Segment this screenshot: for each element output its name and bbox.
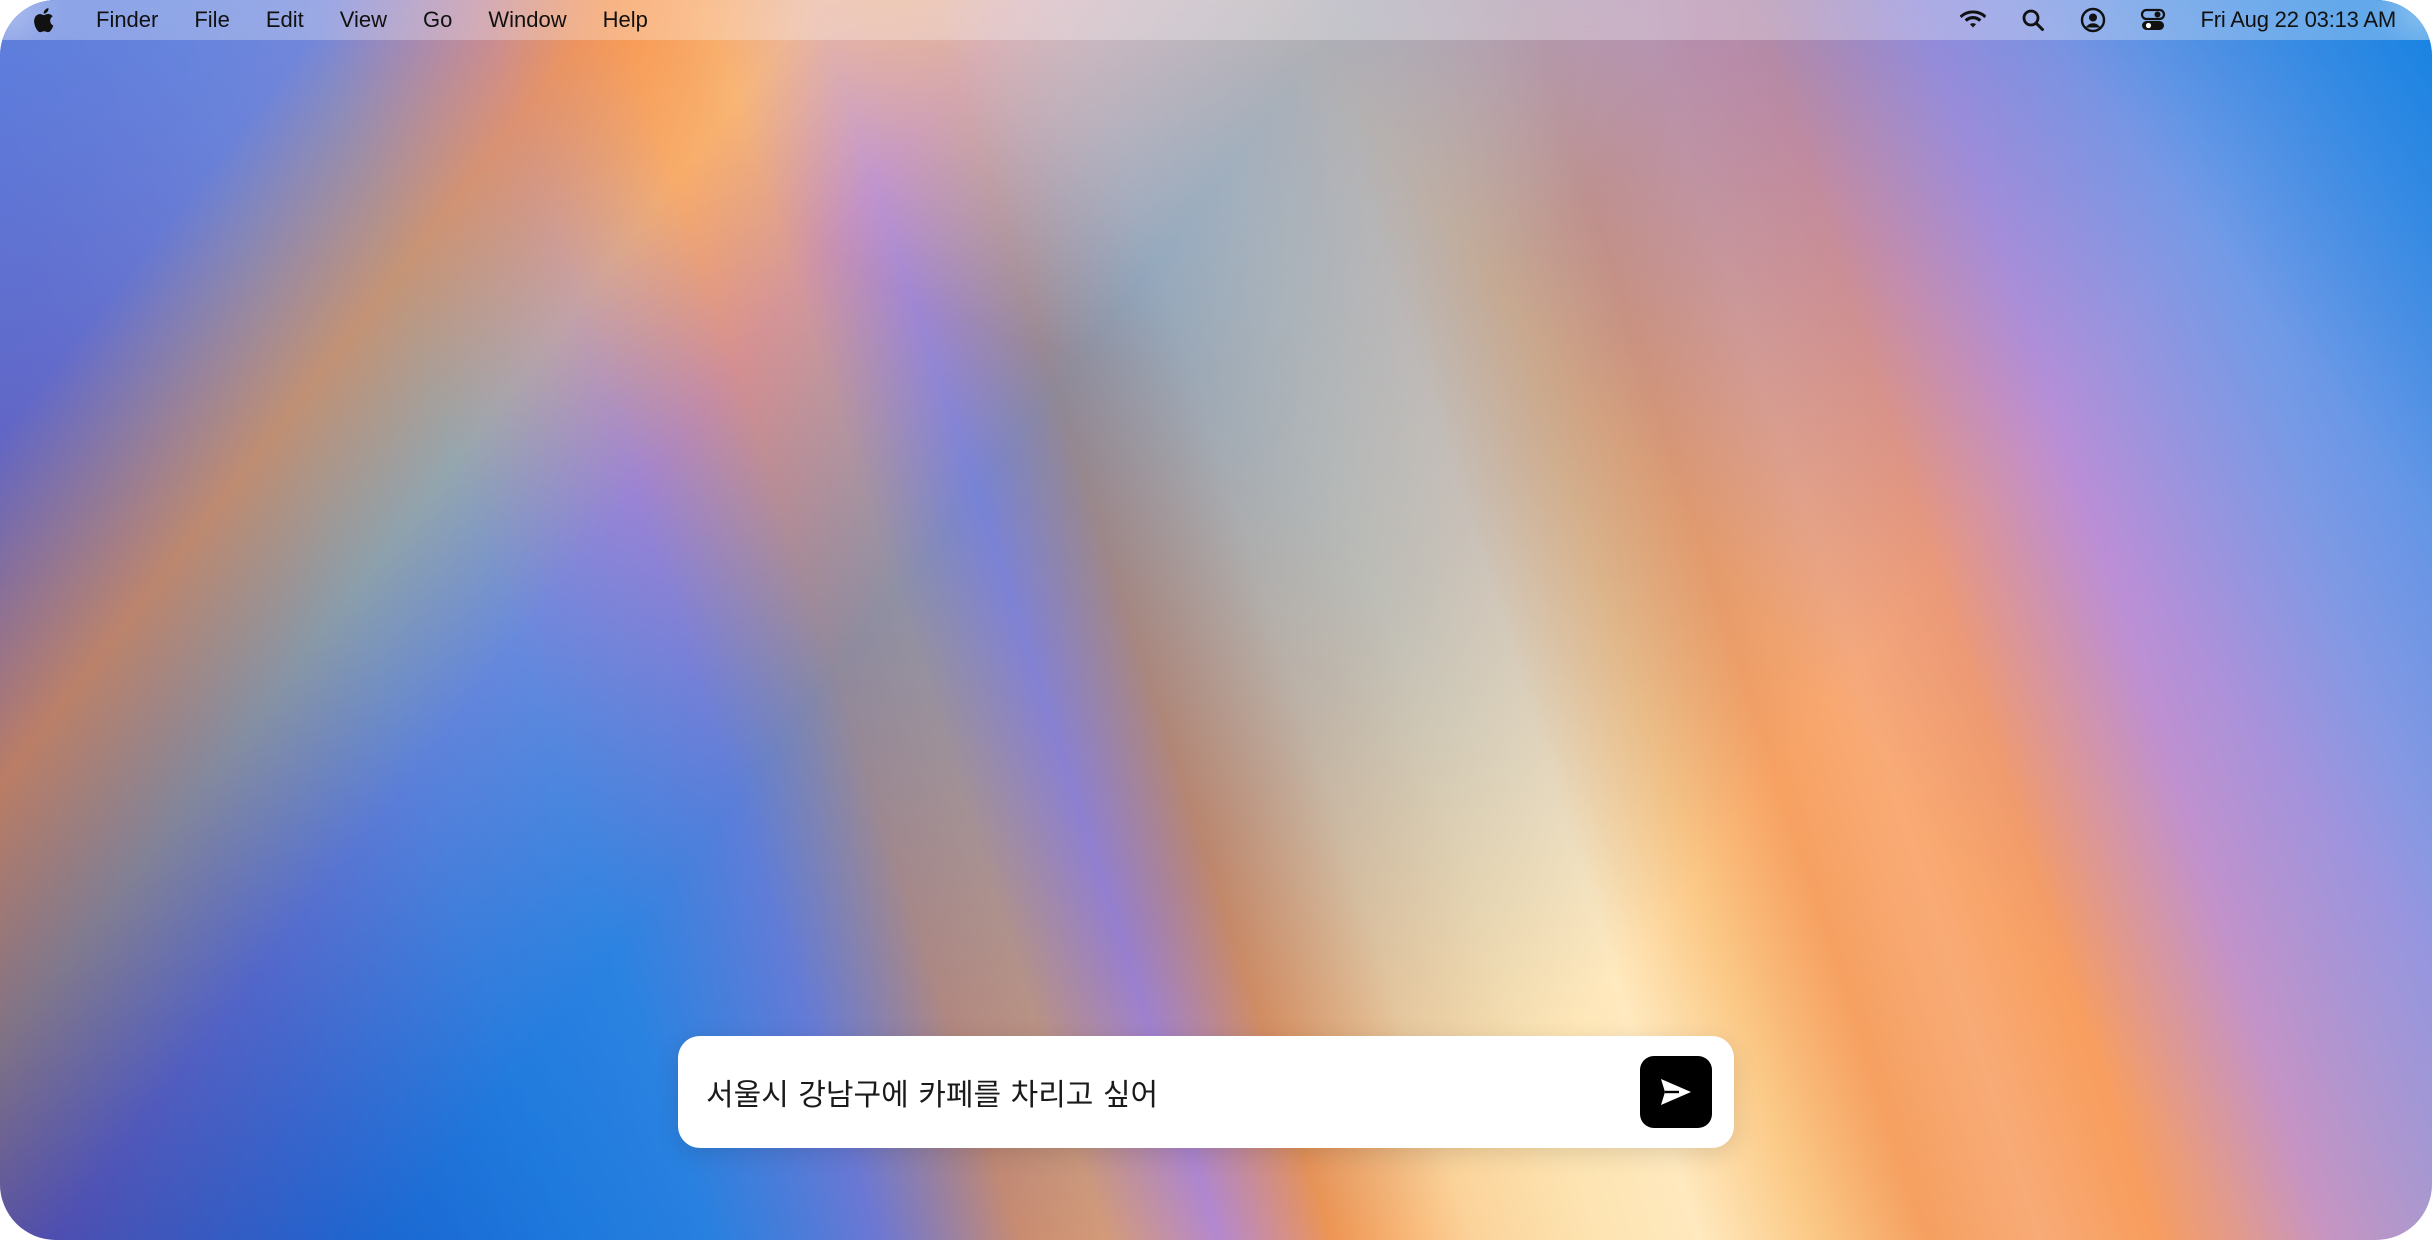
menu-finder[interactable]: Finder [96, 7, 158, 33]
user-account-icon[interactable] [2080, 7, 2106, 33]
send-icon [1659, 1077, 1693, 1107]
search-icon[interactable] [2020, 7, 2046, 33]
chat-input-bar [678, 1035, 1734, 1149]
menu-file[interactable]: File [194, 7, 229, 33]
chat-input[interactable] [678, 1035, 1640, 1149]
menu-bar-right: Fri Aug 22 03:13 AM [1960, 7, 2432, 33]
menu-bar: Finder File Edit View Go Window Help Fri… [0, 0, 2432, 40]
menu-bar-clock[interactable]: Fri Aug 22 03:13 AM [2200, 7, 2396, 33]
wifi-icon[interactable] [1960, 7, 1987, 33]
menu-go[interactable]: Go [423, 7, 452, 33]
send-button[interactable] [1640, 1056, 1712, 1128]
menu-window[interactable]: Window [488, 7, 566, 33]
apple-logo-icon[interactable] [32, 6, 56, 34]
desktop-screen: Finder File Edit View Go Window Help Fri… [0, 0, 2432, 1240]
control-center-icon[interactable] [2140, 7, 2166, 33]
menu-bar-left: Finder File Edit View Go Window Help [0, 6, 684, 34]
menu-view[interactable]: View [340, 7, 387, 33]
menu-edit[interactable]: Edit [266, 7, 304, 33]
menu-help[interactable]: Help [603, 7, 648, 33]
